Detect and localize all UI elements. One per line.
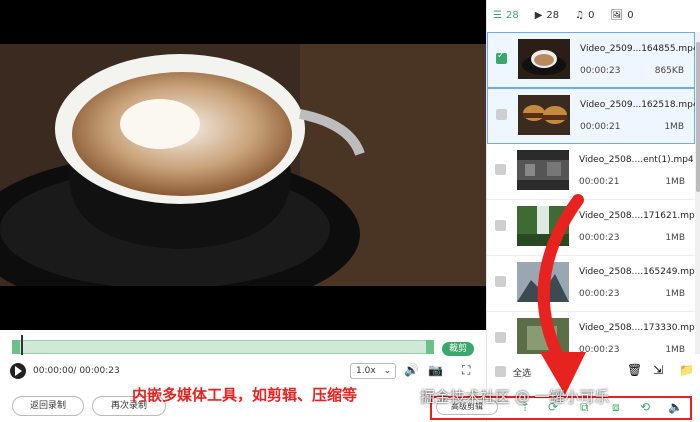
checkbox[interactable]: [495, 220, 506, 231]
checkbox[interactable]: [496, 109, 507, 120]
clip-button[interactable]: 裁剪: [442, 342, 474, 356]
tab-count: 0: [588, 9, 595, 21]
file-size: 1MB: [665, 233, 685, 243]
tab-count: 28: [505, 9, 519, 21]
file-list: Video_2509...164855.mp4 00:00:23 865KB V…: [487, 32, 695, 354]
play-icon: [15, 366, 22, 376]
chevron-down-icon: ⌄: [383, 366, 391, 376]
file-size: 1MB: [664, 122, 684, 132]
file-size: 1MB: [665, 177, 685, 187]
video-frame[interactable]: [0, 44, 486, 286]
folder-icon[interactable]: 📁: [679, 363, 694, 377]
file-duration: 00:00:23: [579, 345, 620, 354]
list-item[interactable]: Video_2508....165249.mp4 00:00:23 1MB: [487, 256, 695, 312]
list-item[interactable]: Video_2508....171621.mp4 00:00:23 1MB: [487, 200, 695, 256]
tab-image[interactable]: 🖼 0: [610, 10, 633, 21]
timeline-start-handle[interactable]: [12, 340, 20, 354]
timeline-panel: 裁剪 00:00:00/ 00:00:23 1.0x ⌄ 🔊 📷 ⛶ 返回录制 …: [0, 330, 486, 422]
play-button[interactable]: [10, 363, 26, 379]
media-sidebar: ☰ 28 ▶ 28 ♫ 0 🖼 0 Video_2509...164855.mp…: [486, 0, 700, 422]
fullscreen-icon[interactable]: ⛶: [462, 363, 470, 378]
back-record-button[interactable]: 返回录制: [12, 396, 84, 416]
tab-all[interactable]: ☰ 28: [493, 10, 519, 21]
audio-icon[interactable]: 🔈: [668, 400, 683, 414]
file-duration: 00:00:23: [580, 66, 621, 76]
video-thumbnail: [518, 95, 570, 135]
file-name: Video_2508....173330.mp4: [579, 323, 695, 333]
timeline-end-handle[interactable]: [426, 340, 434, 354]
video-icon: ▶: [534, 9, 543, 21]
video-thumbnail: [518, 39, 570, 79]
select-all-label: 全选: [513, 369, 532, 379]
tab-audio[interactable]: ♫ 0: [575, 10, 594, 21]
tab-count: 28: [546, 9, 560, 21]
video-thumbnail: [517, 206, 569, 246]
image-icon: 🖼: [610, 9, 624, 21]
checkbox[interactable]: [495, 276, 506, 287]
volume-icon[interactable]: 🔊: [404, 363, 419, 377]
select-all-checkbox[interactable]: [495, 366, 506, 377]
file-duration: 00:00:23: [579, 289, 620, 299]
checkbox[interactable]: [495, 164, 506, 175]
video-thumbnail: [517, 262, 569, 302]
file-duration: 00:00:23: [579, 233, 620, 243]
timeline-track[interactable]: [12, 335, 434, 355]
scrollbar-thumb[interactable]: [696, 42, 700, 192]
file-name: Video_2509...164855.mp4: [580, 44, 695, 54]
speed-select[interactable]: 1.0x ⌄: [350, 363, 396, 379]
convert-icon[interactable]: ⟲: [640, 400, 654, 414]
file-name: Video_2508....165249.mp4: [579, 267, 695, 277]
timeline-playhead[interactable]: [21, 335, 23, 355]
speed-value: 1.0x: [356, 366, 376, 376]
list-item[interactable]: Video_2508....173330.mp4 00:00:23 1MB: [487, 312, 695, 354]
video-player[interactable]: [0, 0, 486, 330]
file-duration: 00:00:21: [579, 177, 620, 187]
list-item[interactable]: Video_2508....ent(1).mp4 00:00:21 1MB: [487, 144, 695, 200]
trash-icon[interactable]: 🗑: [627, 363, 642, 377]
annotation-text: 内嵌多媒体工具，如剪辑、压缩等: [132, 386, 358, 404]
tab-video[interactable]: ▶ 28: [535, 10, 559, 21]
video-thumbnail: [517, 318, 569, 354]
file-size: 865KB: [654, 66, 684, 76]
export-icon[interactable]: ⇲: [653, 363, 663, 377]
media-tabs: ☰ 28 ▶ 28 ♫ 0 🖼 0: [487, 0, 700, 30]
tab-count: 0: [627, 9, 634, 21]
checkbox[interactable]: [496, 51, 507, 64]
list-icon: ☰: [493, 9, 502, 21]
file-name: Video_2508....ent(1).mp4: [579, 155, 694, 165]
coffee-cup-image: [0, 44, 486, 286]
checkbox[interactable]: [495, 332, 506, 343]
file-name: Video_2509...162518.mp4: [580, 100, 695, 110]
camera-icon[interactable]: 📷: [428, 363, 443, 377]
sidebar-footer: 全选 🗑 ⇲ 📁: [487, 358, 700, 386]
list-item[interactable]: Video_2509...162518.mp4 00:00:21 1MB: [487, 88, 695, 144]
playback-time: 00:00:00/ 00:00:23: [33, 366, 120, 376]
file-size: 1MB: [665, 345, 685, 354]
video-thumbnail: [517, 150, 569, 190]
file-size: 1MB: [665, 289, 685, 299]
list-item[interactable]: Video_2509...164855.mp4 00:00:23 865KB: [487, 32, 695, 88]
merge-icon[interactable]: ⧈: [612, 400, 626, 414]
watermark: 掘金技术社区 @ 一罐小可乐: [420, 388, 610, 406]
file-name: Video_2508....171621.mp4: [579, 211, 695, 221]
file-duration: 00:00:21: [580, 122, 621, 132]
file-list-scrollbar[interactable]: [695, 32, 700, 354]
music-icon: ♫: [575, 9, 585, 21]
